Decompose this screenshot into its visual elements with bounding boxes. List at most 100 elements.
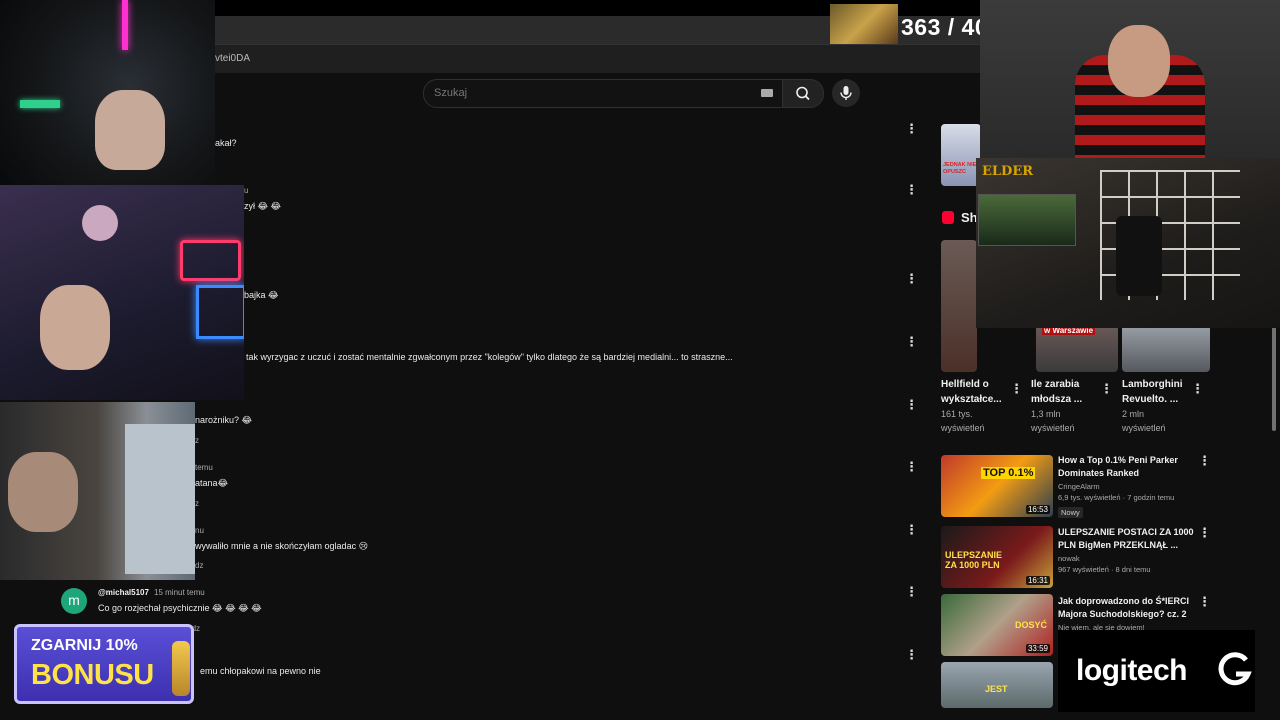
reply-button[interactable]: z <box>195 499 199 508</box>
short-views: 1,3 mln <box>1031 409 1061 419</box>
thumbnail-text: DOSYĆ <box>1015 620 1048 630</box>
video-meta: 6,9 tys. wyświetleń · 7 godzin temu <box>1058 493 1175 502</box>
video-meta: 967 wyświetleń · 8 dni temu <box>1058 565 1151 574</box>
video-title-line[interactable]: ULEPSZANIE POSTACI ZA 1000 <box>1058 526 1198 539</box>
search-input[interactable]: Szukaj <box>423 79 783 108</box>
microphone-icon <box>840 86 852 100</box>
neon-sign <box>180 240 241 281</box>
video-duration: 16:31 <box>1025 576 1050 585</box>
reply-button[interactable]: z <box>195 436 199 445</box>
short-thumbnail[interactable] <box>941 240 977 372</box>
short-title-line[interactable]: Revuelto. ... <box>1122 392 1200 407</box>
bottle-icon <box>172 641 190 696</box>
more-options-icon[interactable]: ⋮ <box>905 272 918 285</box>
short-views-label: wyświetleń <box>1031 423 1075 433</box>
voice-search-button[interactable] <box>832 79 860 107</box>
more-options-icon[interactable]: ⋮ <box>1198 595 1211 608</box>
more-options-icon[interactable]: ⋮ <box>1100 382 1113 395</box>
thumbnail-text: JEST <box>985 684 1008 694</box>
streamer-webcam <box>980 0 1280 158</box>
gaming-chair <box>1116 216 1162 296</box>
short-title-line[interactable]: wykształce... <box>941 392 1013 407</box>
more-options-icon[interactable]: ⋮ <box>905 335 918 348</box>
video-title-line[interactable]: Dominates Ranked <box>1058 467 1198 480</box>
comment-text: emu chłopakowi na pewno nie <box>200 666 321 676</box>
more-options-icon[interactable]: ⋮ <box>905 398 918 411</box>
video-title-line[interactable]: PLN BigMen PRZEKLNĄŁ ... <box>1058 539 1198 552</box>
video-title-line[interactable]: Jak doprowadzono do Ś*IERCI <box>1058 595 1198 608</box>
thumbnail-text: ULEPSZANIE ZA 1000 PLN <box>945 550 1003 570</box>
streamer-webcam: ELDER <box>976 158 1280 328</box>
comment-text: narożniku? 😂 <box>195 415 253 425</box>
more-options-icon[interactable]: ⋮ <box>1010 382 1023 395</box>
person-face <box>40 285 110 370</box>
elder-logo: ELDER <box>982 164 1034 179</box>
video-thumbnail[interactable]: JEST <box>941 662 1053 708</box>
comment-text: zył 😂 😂 <box>244 201 282 211</box>
score-counter: 363 / 40 <box>901 14 989 40</box>
led-strip <box>20 100 60 108</box>
comment-time[interactable]: 15 minut temu <box>154 588 205 597</box>
short-views: 2 mln <box>1122 409 1145 419</box>
short-views-label: wyświetleń <box>1122 423 1166 433</box>
more-options-icon[interactable]: ⋮ <box>905 460 918 473</box>
comment-author[interactable]: @michal5107 <box>98 588 149 597</box>
video-title-line[interactable]: How a Top 0.1% Peni Parker <box>1058 454 1198 467</box>
score-overlay-image <box>830 4 898 44</box>
logitech-g-icon <box>1218 652 1252 686</box>
search-icon <box>796 86 810 101</box>
comment-time: u <box>244 186 249 195</box>
short-title-line[interactable]: Hellfield o <box>941 377 1013 392</box>
more-options-icon[interactable]: ⋮ <box>905 648 918 661</box>
short-item[interactable]: Hellfield o wykształce... 161 tys. wyświ… <box>941 377 1013 435</box>
more-options-icon[interactable]: ⋮ <box>905 585 918 598</box>
video-channel[interactable]: nowak <box>1058 554 1198 563</box>
wall-record <box>82 205 118 241</box>
avatar[interactable]: m <box>61 588 87 614</box>
video-channel[interactable]: CringeAlarm <box>1058 482 1198 491</box>
short-thumbnail[interactable] <box>1122 325 1210 372</box>
video-thumbnail[interactable]: DOSYĆ 33:59 <box>941 594 1053 656</box>
video-thumbnail[interactable]: JEDNAK NIE OPUSZC <box>941 124 981 186</box>
new-badge: Nowy <box>1058 507 1083 518</box>
more-options-icon[interactable]: ⋮ <box>1191 382 1204 395</box>
video-duration: 33:59 <box>1025 644 1050 653</box>
short-item[interactable]: Ile zarabia młodsza ... 1,3 mln wyświetl… <box>1031 377 1103 435</box>
scrollbar-thumb[interactable] <box>1272 325 1276 431</box>
more-options-icon[interactable]: ⋮ <box>1198 454 1211 467</box>
reply-button[interactable]: dz <box>195 561 203 570</box>
address-bar[interactable]: vtei0DA <box>215 44 980 73</box>
video-item[interactable]: How a Top 0.1% Peni Parker Dominates Ran… <box>1058 454 1198 520</box>
promo-banner[interactable]: ZGARNIJ 10% BONUSU <box>14 624 194 704</box>
short-thumbnail[interactable]: w Warszawie <box>1036 325 1118 372</box>
short-item[interactable]: Lamborghini Revuelto. ... 2 mln wyświetl… <box>1122 377 1200 435</box>
streamer-webcam <box>0 0 215 193</box>
video-thumbnail[interactable]: ULEPSZANIE ZA 1000 PLN 16:31 <box>941 526 1053 588</box>
video-item[interactable]: ULEPSZANIE POSTACI ZA 1000 PLN BigMen PR… <box>1058 526 1198 574</box>
comment-text: wywaliło mnie a nie skończyłam ogladac 😢 <box>195 541 368 551</box>
comment-text: tak wyrzygac z uczuć i zostać mentalnie … <box>246 352 733 362</box>
thumbnail-text: TOP 0.1% <box>981 467 1036 479</box>
video-thumbnail[interactable]: TOP 0.1% 16:53 <box>941 455 1053 517</box>
sponsor-name: logitech <box>1076 654 1188 687</box>
short-title-line[interactable]: Lamborghini <box>1122 377 1200 392</box>
search-button[interactable] <box>782 79 824 108</box>
more-options-icon[interactable]: ⋮ <box>905 122 918 135</box>
promo-line-2: BONUSU <box>31 659 154 691</box>
person-face <box>1108 25 1170 97</box>
video-item[interactable]: Jak doprowadzono do Ś*IERCI Majora Sucho… <box>1058 595 1198 632</box>
search-placeholder: Szukaj <box>434 87 468 99</box>
short-views-label: wyświetleń <box>941 423 985 433</box>
short-title-line[interactable]: Ile zarabia <box>1031 377 1103 392</box>
more-options-icon[interactable]: ⋮ <box>905 183 918 196</box>
neon-frame <box>196 285 244 339</box>
short-title-line[interactable]: młodsza ... <box>1031 392 1103 407</box>
keyboard-icon[interactable] <box>761 89 773 97</box>
more-options-icon[interactable]: ⋮ <box>905 523 918 536</box>
video-title-line[interactable]: Majora Suchodolskiego? cz. 2 <box>1058 608 1198 621</box>
comment-time: nu <box>195 526 204 535</box>
more-options-icon[interactable]: ⋮ <box>1198 526 1211 539</box>
video-duration: 16:53 <box>1025 505 1050 514</box>
address-text[interactable]: vtei0DA <box>215 53 250 64</box>
sponsor-logo: logitech <box>1058 630 1255 712</box>
